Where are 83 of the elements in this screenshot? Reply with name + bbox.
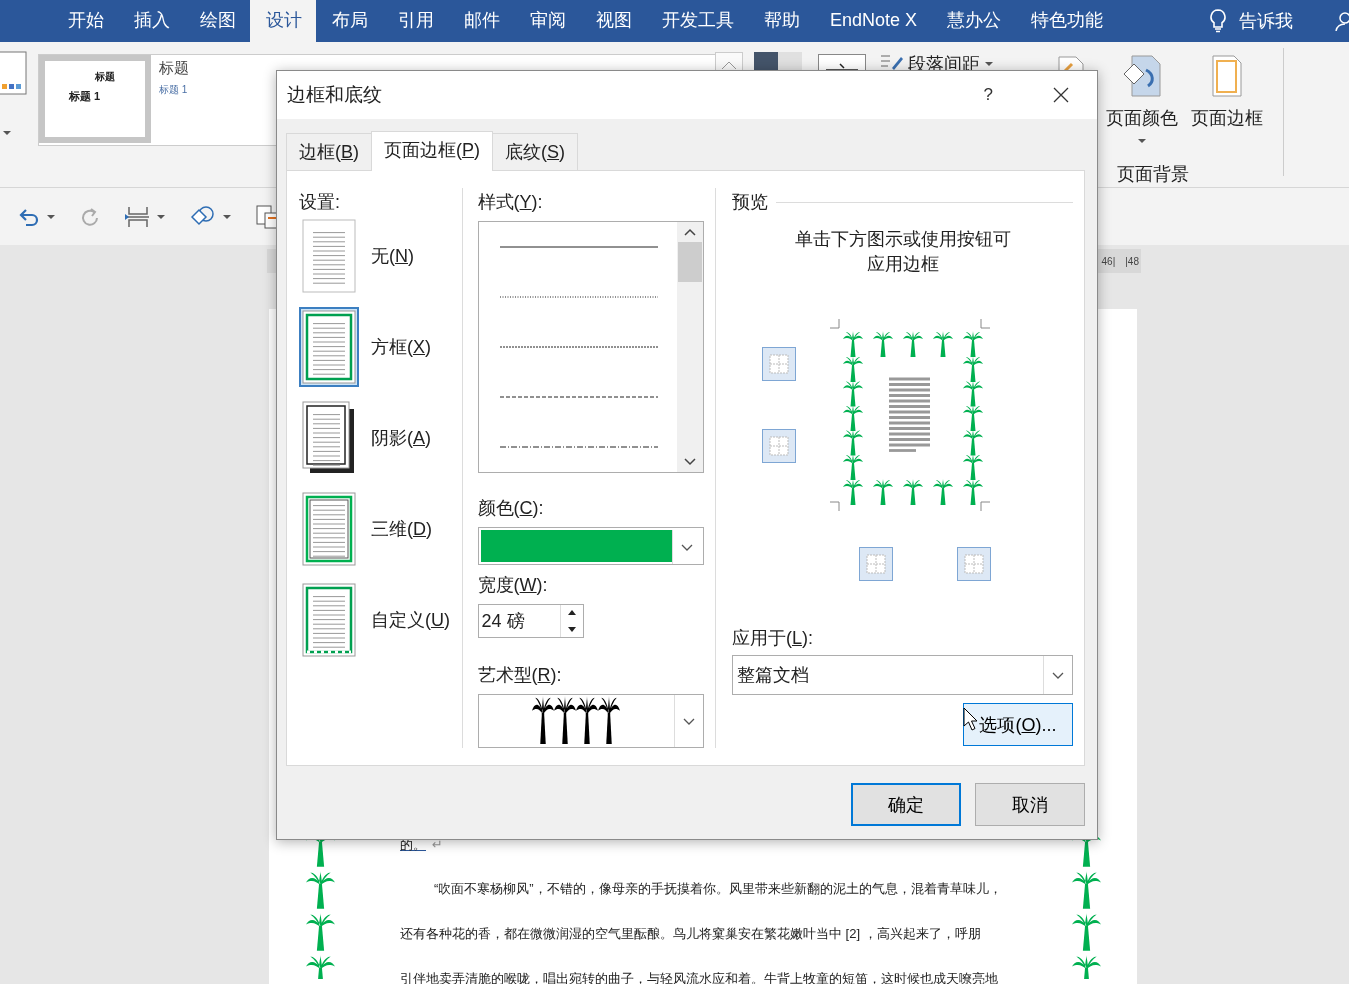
color-dropdown[interactable]	[477, 527, 704, 565]
ruler-number: |48	[1125, 255, 1139, 267]
ribbon-tab[interactable]: 帮助	[748, 0, 814, 42]
setting-option[interactable]: 自定义(U)	[299, 574, 462, 665]
caret-icon[interactable]	[156, 213, 166, 220]
help-button[interactable]: ?	[983, 85, 993, 105]
setting-option[interactable]: 方框(X)	[299, 301, 462, 392]
border-grid-icon	[769, 354, 789, 374]
ok-button[interactable]: 确定	[851, 783, 961, 826]
width-label: 宽度(W):	[477, 574, 549, 597]
ribbon-tab[interactable]: 特色功能	[1015, 0, 1118, 42]
options-button[interactable]: 选项(O)...	[963, 703, 1073, 746]
style-label: 样式(Y):	[477, 191, 544, 214]
thumbnail-heading: 标题 1	[69, 89, 101, 104]
page-color-button[interactable]: 页面颜色	[1106, 106, 1178, 130]
apply-to-label: 应用于(L):	[732, 627, 814, 650]
caret-icon[interactable]	[46, 213, 56, 220]
ribbon-tab[interactable]: 邮件	[448, 0, 514, 42]
thumbnail-title: 标题	[95, 70, 115, 84]
chevron-up-icon	[721, 60, 737, 70]
ribbon-tab[interactable]: EndNote X	[814, 0, 932, 42]
ribbon-group-label: 页面背景	[1117, 163, 1189, 186]
preview-hint: 应用边框	[866, 253, 939, 276]
border-toggle-button[interactable]	[957, 547, 991, 581]
border-toggle-button[interactable]	[762, 347, 796, 381]
caret-icon[interactable]	[1137, 138, 1147, 144]
dialog-tab[interactable]: 边框(B)	[286, 133, 372, 170]
caret-icon[interactable]	[2, 130, 12, 136]
thumbnail-heading: 标题 1	[159, 83, 188, 97]
page-borders-button[interactable]: 页面边框	[1191, 106, 1263, 130]
dialog-title: 边框和底纹	[287, 83, 383, 107]
redo-icon[interactable]	[80, 206, 100, 227]
color-label: 颜色(C):	[477, 497, 545, 520]
paragraph-mark: ↵	[432, 837, 443, 852]
page-preview-drawing[interactable]	[830, 319, 990, 511]
apply-to-dropdown[interactable]: 整篇文档	[732, 655, 1073, 695]
ribbon-tab[interactable]: 审阅	[514, 0, 580, 42]
mouse-cursor-icon	[963, 707, 979, 731]
ribbon-tab[interactable]: 开始	[52, 0, 118, 42]
border-toggle-button[interactable]	[762, 429, 796, 463]
setting-option[interactable]: 三维(D)	[299, 483, 462, 574]
ribbon-tab[interactable]: 引用	[382, 0, 448, 42]
body-text: “吹面不寒杨柳风”，不错的，像母亲的手抚摸着你。风里带来些新翻的泥土的气息，混着青草味儿，	[434, 881, 1002, 896]
thumbnail-title: 标题	[159, 59, 189, 78]
page-break-icon[interactable]	[124, 204, 150, 229]
ruler-number: 46|	[1101, 255, 1116, 267]
dialog-tab[interactable]: 页面边框(P)	[371, 131, 494, 171]
border-toggle-button[interactable]	[859, 547, 893, 581]
cancel-button[interactable]: 取消	[975, 783, 1085, 826]
close-icon[interactable]	[1053, 87, 1069, 103]
box-setting-icon	[299, 306, 359, 387]
body-text: 还有各种花的香，都在微微润湿的空气里酝酿。鸟儿将窠巢安在繁花嫩叶当中 [2] ，高兴起来了，呼朋	[400, 926, 981, 941]
art-dropdown[interactable]	[477, 694, 704, 748]
scrollbar[interactable]	[676, 222, 703, 472]
border-grid-icon	[866, 554, 886, 574]
dialog-tab[interactable]: 底纹(S)	[492, 133, 579, 170]
ribbon-tab[interactable]: 设计	[250, 0, 316, 42]
style-set-thumbnail[interactable]: 标题 标题 1	[39, 55, 151, 143]
caret-icon[interactable]	[222, 213, 232, 220]
preview-hint: 单击下方图示或使用按钮可	[794, 228, 1011, 251]
ribbon-tab[interactable]: 布局	[316, 0, 382, 42]
lightbulb-icon[interactable]	[1209, 9, 1227, 33]
art-label: 艺术型(R):	[477, 664, 563, 687]
user-icon[interactable]	[1335, 11, 1349, 31]
palm-trees-icon	[532, 696, 621, 746]
preview-label: 预览	[732, 191, 768, 214]
theme-icon[interactable]	[0, 50, 28, 98]
page-border-icon[interactable]	[1212, 54, 1242, 98]
ribbon-tab[interactable]: 视图	[580, 0, 646, 42]
ribbon-tab[interactable]: 慧办公	[931, 0, 1016, 42]
tell-me-link[interactable]: 告诉我	[1239, 9, 1293, 33]
ribbon-tab[interactable]: 绘图	[184, 0, 250, 42]
body-text: 的。	[400, 837, 426, 852]
setting-option[interactable]: 阴影(A)	[299, 392, 462, 483]
border-grid-icon	[964, 554, 984, 574]
ribbon-tab[interactable]: 插入	[118, 0, 184, 42]
undo-icon[interactable]	[18, 206, 40, 227]
scroll-thumb[interactable]	[677, 242, 702, 282]
caret-icon[interactable]	[984, 61, 994, 67]
width-spinner[interactable]: 24 磅	[477, 604, 584, 638]
style-set-thumbnail[interactable]: 标题 标题 1	[159, 55, 271, 143]
border-grid-icon	[769, 436, 789, 456]
ribbon-tab[interactable]: 开发工具	[646, 0, 748, 42]
